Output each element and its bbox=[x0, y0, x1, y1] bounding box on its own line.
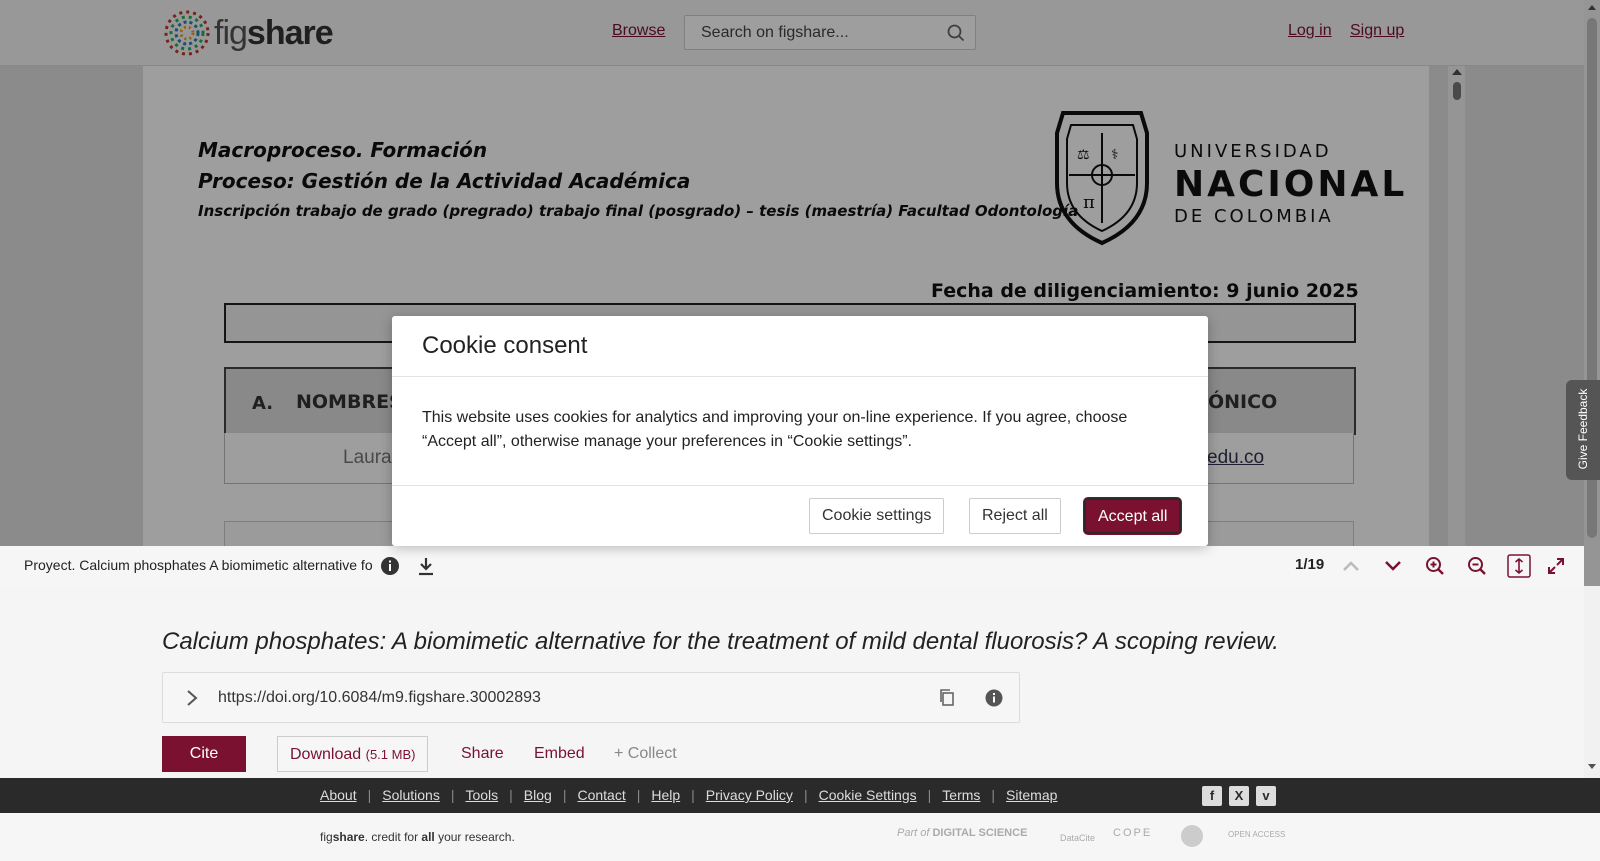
footer-link-contact[interactable]: Contact bbox=[577, 787, 625, 803]
doi-info-icon[interactable] bbox=[985, 689, 1003, 707]
divider bbox=[392, 485, 1208, 486]
footer-nav: About | Solutions | Tools | Blog | Contact | … bbox=[0, 778, 1600, 813]
doi-box: https://doi.org/10.6084/m9.figshare.3000… bbox=[162, 672, 1020, 723]
partner-ds: DIGITAL SCIENCE bbox=[932, 827, 1028, 839]
footer-link-sitemap[interactable]: Sitemap bbox=[1006, 787, 1057, 803]
file-info-icon[interactable] bbox=[380, 556, 400, 576]
tagline-end: your research. bbox=[434, 830, 515, 844]
datacite-logo[interactable]: DataCite bbox=[1060, 833, 1095, 843]
cookie-modal-title: Cookie consent bbox=[422, 332, 588, 359]
cookie-settings-button[interactable]: Cookie settings bbox=[809, 498, 945, 534]
divider bbox=[392, 376, 1208, 377]
doi-link[interactable]: https://doi.org/10.6084/m9.figshare.3000… bbox=[218, 689, 541, 707]
download-button[interactable]: Download (5.1 MB) bbox=[277, 736, 429, 772]
digital-science-logo[interactable]: Part of DIGITAL SCIENCE bbox=[897, 827, 1027, 839]
share-link[interactable]: Share bbox=[461, 745, 504, 763]
footer-link-privacy[interactable]: Privacy Policy bbox=[706, 787, 793, 803]
tagline-mid: . credit for bbox=[364, 830, 422, 844]
tagline-share: share bbox=[332, 830, 365, 844]
cookie-modal-body: This website uses cookies for analytics … bbox=[422, 409, 1128, 450]
previous-page-icon[interactable] bbox=[1341, 556, 1361, 576]
tagline-all: all bbox=[421, 830, 435, 844]
footer-link-about[interactable]: About bbox=[320, 787, 357, 803]
download-label: Download bbox=[290, 746, 362, 763]
footer-bottom: figshare. credit for all your research. … bbox=[0, 813, 1600, 861]
give-feedback-label: Give Feedback bbox=[1576, 388, 1590, 470]
partner-datacite: DataCite bbox=[1060, 833, 1096, 843]
page-scroll-down-arrow[interactable] bbox=[1588, 764, 1596, 769]
download-icon[interactable] bbox=[416, 556, 436, 576]
give-feedback-tab[interactable]: Give Feedback bbox=[1566, 380, 1600, 480]
footer-link-tools[interactable]: Tools bbox=[465, 787, 498, 803]
collect-link[interactable]: + Collect bbox=[614, 745, 677, 763]
open-access-logo[interactable]: OPEN ACCESS bbox=[1228, 830, 1285, 839]
partner-oa: OPEN ACCESS bbox=[1228, 830, 1286, 839]
next-page-icon[interactable] bbox=[1383, 556, 1403, 576]
viewer-toolbar: Proyect. Calcium phosphates A biomimetic… bbox=[0, 546, 1584, 586]
x-twitter-icon[interactable]: X bbox=[1229, 786, 1249, 806]
partner-cope: COPE bbox=[1113, 827, 1153, 839]
footer-link-terms[interactable]: Terms bbox=[942, 787, 980, 803]
embed-link[interactable]: Embed bbox=[534, 745, 585, 763]
download-size: (5.1 MB) bbox=[365, 747, 416, 762]
tagline-fig: fig bbox=[320, 830, 333, 844]
page-counter: 1/19 bbox=[1295, 556, 1325, 573]
vimeo-icon[interactable]: v bbox=[1256, 786, 1276, 806]
footer-link-solutions[interactable]: Solutions bbox=[382, 787, 440, 803]
footer-link-cookie-settings[interactable]: Cookie Settings bbox=[819, 787, 917, 803]
copy-icon[interactable] bbox=[938, 688, 956, 708]
fit-height-icon[interactable] bbox=[1507, 554, 1531, 578]
cite-button[interactable]: Cite bbox=[162, 736, 246, 772]
chevron-right-icon[interactable] bbox=[185, 689, 199, 707]
cookie-consent-modal: Cookie consent This website uses cookies… bbox=[392, 316, 1208, 546]
footer-links: About | Solutions | Tools | Blog | Contact | … bbox=[320, 787, 1058, 803]
cope-logo[interactable]: COPE bbox=[1113, 827, 1152, 839]
facebook-icon[interactable]: f bbox=[1202, 786, 1222, 806]
item-title: Calcium phosphates: A biomimetic alterna… bbox=[162, 628, 1279, 655]
fullscreen-icon[interactable] bbox=[1546, 556, 1566, 576]
footer-link-blog[interactable]: Blog bbox=[524, 787, 552, 803]
viewer-file-name: Proyect. Calcium phosphates A biomimetic… bbox=[24, 557, 373, 573]
reject-all-button[interactable]: Reject all bbox=[969, 498, 1061, 534]
zoom-in-icon[interactable] bbox=[1425, 556, 1445, 576]
globe-icon[interactable] bbox=[1180, 824, 1204, 848]
zoom-out-icon[interactable] bbox=[1467, 556, 1487, 576]
footer-link-help[interactable]: Help bbox=[651, 787, 680, 803]
footer-tagline: figshare. credit for all your research. bbox=[320, 830, 515, 844]
partner-part-of: Part of bbox=[897, 827, 930, 839]
accept-all-button[interactable]: Accept all bbox=[1084, 498, 1182, 534]
